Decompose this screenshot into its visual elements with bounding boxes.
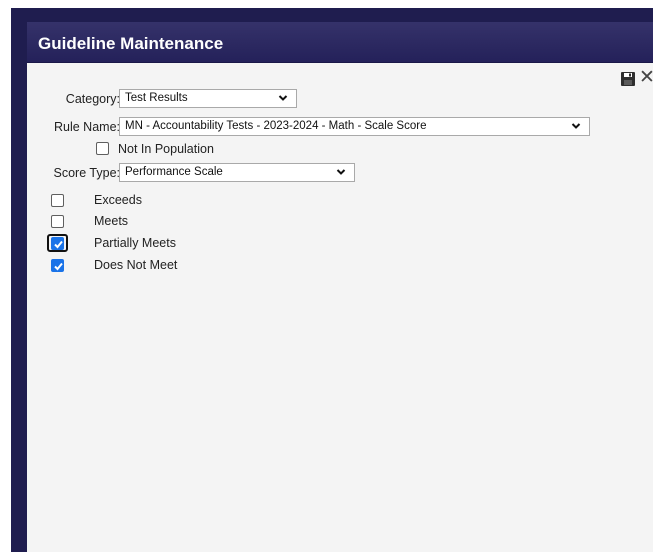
score-type-value: Performance Scale xyxy=(125,166,223,178)
score-type-label: Score Type: xyxy=(53,166,120,180)
does-not-meet-checkbox[interactable] xyxy=(51,259,64,272)
rule-name-select[interactable]: MN - Accountability Tests - 2023-2024 - … xyxy=(119,117,590,136)
category-label: Category: xyxy=(65,92,120,106)
partially-meets-checkbox[interactable] xyxy=(51,237,64,250)
rule-name-value: MN - Accountability Tests - 2023-2024 - … xyxy=(125,120,427,132)
category-select[interactable]: Test Results xyxy=(119,89,297,108)
dialog-body: Guideline Maintenance ✕ Category: Test R… xyxy=(26,22,653,552)
not-in-population-label: Not In Population xyxy=(118,142,214,156)
not-in-population-checkbox[interactable] xyxy=(96,142,109,155)
dialog-title: Guideline Maintenance xyxy=(38,34,224,53)
save-icon[interactable] xyxy=(621,71,635,86)
exceeds-checkbox[interactable] xyxy=(51,194,64,207)
meets-checkbox[interactable] xyxy=(51,215,64,228)
dialog-title-bar: Guideline Maintenance xyxy=(27,22,653,63)
close-icon[interactable]: ✕ xyxy=(639,68,653,87)
screen: Guideline Maintenance ✕ Category: Test R… xyxy=(0,0,653,552)
checkmark-icon xyxy=(54,262,63,271)
score-type-select[interactable]: Performance Scale xyxy=(119,163,355,182)
meets-label: Meets xyxy=(94,214,129,228)
checkmark-icon xyxy=(54,240,63,249)
does-not-meet-label: Does Not Meet xyxy=(94,258,178,272)
exceeds-label: Exceeds xyxy=(94,193,142,207)
rule-name-label: Rule Name: xyxy=(54,120,120,134)
chevron-down-icon xyxy=(571,123,581,129)
category-value: Test Results xyxy=(125,92,188,104)
chevron-down-icon xyxy=(336,169,346,175)
partially-meets-label: Partially Meets xyxy=(94,236,176,250)
dialog-frame: Guideline Maintenance ✕ Category: Test R… xyxy=(11,8,653,552)
chevron-down-icon xyxy=(278,95,288,101)
